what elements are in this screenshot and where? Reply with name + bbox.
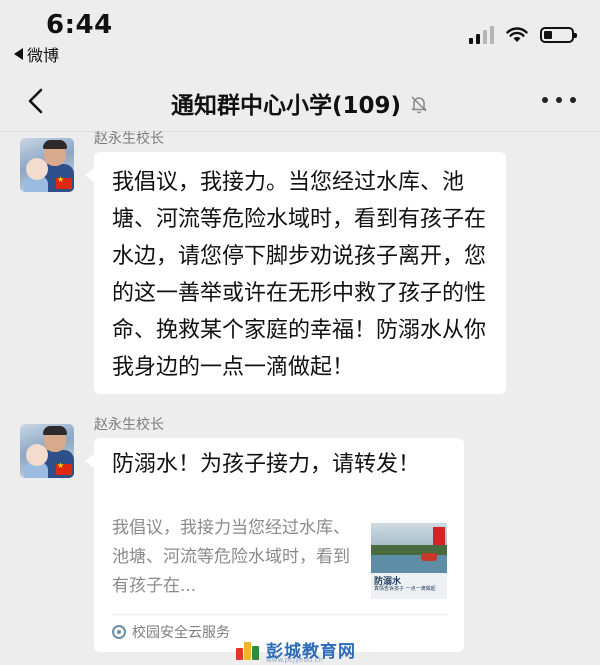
sender-avatar[interactable]: [20, 138, 74, 192]
card-description: 我倡议，我接力当您经过水库、池塘、河流等危险水域时，看到有孩子在...: [112, 518, 350, 596]
china-flag-icon: [56, 175, 72, 189]
text-message-bubble[interactable]: 我倡议，我接力。当您经过水库、池塘、河流等危险水域时，看到有孩子在水边，请您停下…: [85, 152, 506, 394]
sender-name: 赵永生校长: [94, 131, 164, 147]
card-title: 防溺水！为孩子接力，请转发！: [112, 452, 421, 477]
card-source-name: 校园安全云服务: [132, 625, 230, 641]
card-source: 校园安全云服务: [112, 622, 230, 642]
back-to-app-link[interactable]: 微博: [14, 42, 59, 66]
mute-bell-icon: [409, 94, 429, 120]
chat-title-text: 通知群中心小学(109): [170, 93, 402, 119]
message-text: 我倡议，我接力。当您经过水库、池塘、河流等危险水域时，看到有孩子在水边，请您停下…: [112, 170, 487, 380]
chat-header: 通知群中心小学(109): [0, 70, 600, 132]
card-thumbnail: 防溺水 真情告诉孩子 一点一滴做起: [371, 523, 447, 599]
link-card-message[interactable]: 防溺水！为孩子接力，请转发！ 我倡议，我接力当您经过水库、池塘、河流等危险水域时…: [85, 438, 464, 652]
china-flag-icon: [56, 461, 72, 475]
thumbnail-subtitle: 真情告诉孩子 一点一滴做起: [374, 586, 436, 592]
sender-name: 赵永生校长: [94, 417, 164, 433]
battery-icon: [540, 27, 577, 43]
watermark-logo-icon: [236, 640, 262, 660]
status-time: 6:44: [46, 10, 113, 40]
sender-avatar[interactable]: [20, 424, 74, 478]
back-triangle-icon: [14, 48, 23, 60]
back-app-label: 微博: [27, 46, 60, 65]
status-bar: 6:44 微博: [0, 0, 600, 70]
chat-title: 通知群中心小学(109): [0, 86, 600, 120]
more-dots-icon[interactable]: [542, 88, 576, 112]
watermark-url: www.pcjyedu.cn: [266, 656, 323, 664]
wifi-icon: [506, 27, 528, 43]
service-logo-icon: [112, 625, 126, 639]
card-divider: [112, 614, 448, 615]
system-icons: [469, 26, 577, 44]
cellular-signal-icon: [469, 26, 494, 44]
